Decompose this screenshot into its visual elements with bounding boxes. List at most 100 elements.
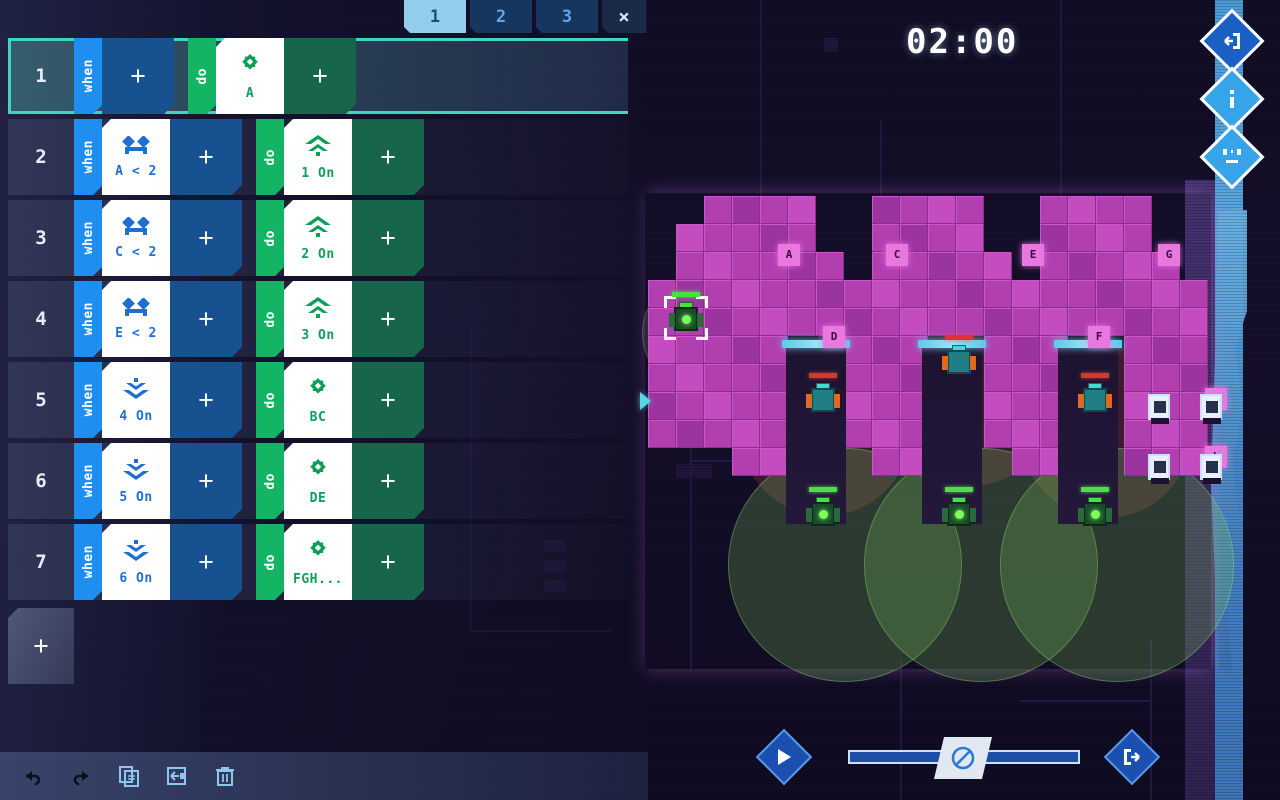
undo-icon[interactable] — [22, 765, 44, 787]
map-tile[interactable] — [1096, 280, 1124, 308]
do-action-card[interactable]: A — [216, 38, 284, 114]
map-tile[interactable] — [1152, 364, 1180, 392]
do-action-card[interactable]: 1 On — [284, 119, 352, 195]
map-tile[interactable] — [1152, 308, 1180, 336]
map-tile[interactable] — [760, 308, 788, 336]
map-tile[interactable] — [676, 224, 704, 252]
map-tile[interactable] — [1040, 280, 1068, 308]
step-out-icon[interactable] — [1103, 728, 1161, 786]
map-tile[interactable] — [732, 420, 760, 448]
map-tile[interactable] — [1068, 196, 1096, 224]
map-tile[interactable] — [704, 252, 732, 280]
map-zone-label[interactable]: G — [1158, 244, 1180, 266]
map-tile[interactable] — [872, 308, 900, 336]
add-action-button[interactable]: + — [352, 281, 424, 357]
speed-slider-handle[interactable] — [934, 737, 992, 779]
map-tile[interactable] — [1124, 280, 1152, 308]
map-tile[interactable] — [788, 308, 816, 336]
map-tile[interactable] — [928, 308, 956, 336]
map-tile[interactable] — [984, 252, 1012, 280]
map-tile[interactable] — [1012, 448, 1040, 476]
map-tile[interactable] — [704, 420, 732, 448]
map-tile[interactable] — [1152, 280, 1180, 308]
map-tile[interactable] — [1124, 364, 1152, 392]
add-rule-row-button[interactable]: + — [8, 608, 74, 684]
rule-row[interactable]: 4 when E < 2 + do 3 On + — [8, 281, 640, 361]
map-tile[interactable] — [676, 364, 704, 392]
map-tile[interactable] — [872, 196, 900, 224]
map-tile[interactable] — [648, 392, 676, 420]
unit-friendly[interactable] — [1078, 373, 1112, 416]
map-tile[interactable] — [900, 196, 928, 224]
map-tile[interactable] — [760, 196, 788, 224]
map-tile[interactable] — [1040, 224, 1068, 252]
map-tile[interactable] — [956, 224, 984, 252]
info-icon[interactable] — [1199, 66, 1265, 132]
add-condition-button[interactable]: + — [170, 443, 242, 519]
map-tile[interactable] — [1012, 280, 1040, 308]
map-tile[interactable] — [1180, 336, 1208, 364]
map-tile[interactable] — [732, 364, 760, 392]
map-tile[interactable] — [1124, 224, 1152, 252]
map-tile[interactable] — [984, 308, 1012, 336]
map-tile[interactable] — [1124, 308, 1152, 336]
do-action-card[interactable]: FGH... — [284, 524, 352, 600]
map-tile[interactable] — [760, 448, 788, 476]
unit-friendly[interactable] — [806, 373, 840, 416]
map-tile[interactable] — [704, 280, 732, 308]
trash-icon[interactable] — [214, 765, 236, 787]
copy-icon[interactable] — [118, 765, 140, 787]
map-tile[interactable] — [956, 196, 984, 224]
map-zone-label[interactable]: A — [778, 244, 800, 266]
tactical-map[interactable]: ACEGDFHL — [642, 196, 1234, 682]
map-tile[interactable] — [1096, 224, 1124, 252]
unit-enemy[interactable] — [942, 487, 976, 530]
map-tile[interactable] — [1180, 308, 1208, 336]
play-icon[interactable] — [755, 728, 813, 786]
map-tile[interactable] — [928, 252, 956, 280]
map-tile[interactable] — [1040, 252, 1068, 280]
map-tile[interactable] — [732, 448, 760, 476]
unit-enemy[interactable] — [1078, 487, 1112, 530]
map-zone-label[interactable]: E — [1022, 244, 1044, 266]
map-tile[interactable] — [1040, 196, 1068, 224]
map-tile[interactable] — [1124, 252, 1152, 280]
add-action-button[interactable]: + — [352, 362, 424, 438]
map-tile[interactable] — [760, 364, 788, 392]
map-tile[interactable] — [732, 224, 760, 252]
map-tile[interactable] — [844, 420, 872, 448]
map-tile[interactable] — [1068, 280, 1096, 308]
robot-face-icon[interactable] — [1199, 124, 1265, 190]
map-tile[interactable] — [732, 392, 760, 420]
map-tile[interactable] — [676, 252, 704, 280]
rule-row[interactable]: 7 when 6 On + do FGH... + — [8, 524, 640, 604]
map-tile[interactable] — [788, 280, 816, 308]
map-tile[interactable] — [844, 308, 872, 336]
add-action-button[interactable]: + — [284, 38, 356, 114]
map-tile[interactable] — [1012, 308, 1040, 336]
map-tile[interactable] — [788, 196, 816, 224]
map-tile[interactable] — [872, 448, 900, 476]
do-action-card[interactable]: BC — [284, 362, 352, 438]
map-tile[interactable] — [872, 364, 900, 392]
map-tile[interactable] — [676, 420, 704, 448]
unit-selected[interactable] — [669, 292, 703, 335]
rule-row[interactable]: 3 when C < 2 + do 2 On + — [8, 200, 640, 280]
redo-icon[interactable] — [70, 765, 92, 787]
map-tile[interactable] — [732, 252, 760, 280]
map-tile[interactable] — [984, 280, 1012, 308]
map-tile[interactable] — [676, 392, 704, 420]
add-action-button[interactable]: + — [352, 119, 424, 195]
map-tile[interactable] — [984, 336, 1012, 364]
map-tile[interactable] — [760, 280, 788, 308]
add-condition-button[interactable]: + — [102, 38, 174, 114]
map-tile[interactable] — [1180, 420, 1208, 448]
when-condition-card[interactable]: C < 2 — [102, 200, 170, 276]
map-tile[interactable] — [844, 392, 872, 420]
map-tile[interactable] — [760, 392, 788, 420]
map-zone-label[interactable]: D — [823, 326, 845, 348]
map-tile[interactable] — [816, 252, 844, 280]
map-tile[interactable] — [1012, 392, 1040, 420]
map-tile[interactable] — [760, 420, 788, 448]
map-zone-label[interactable]: C — [886, 244, 908, 266]
